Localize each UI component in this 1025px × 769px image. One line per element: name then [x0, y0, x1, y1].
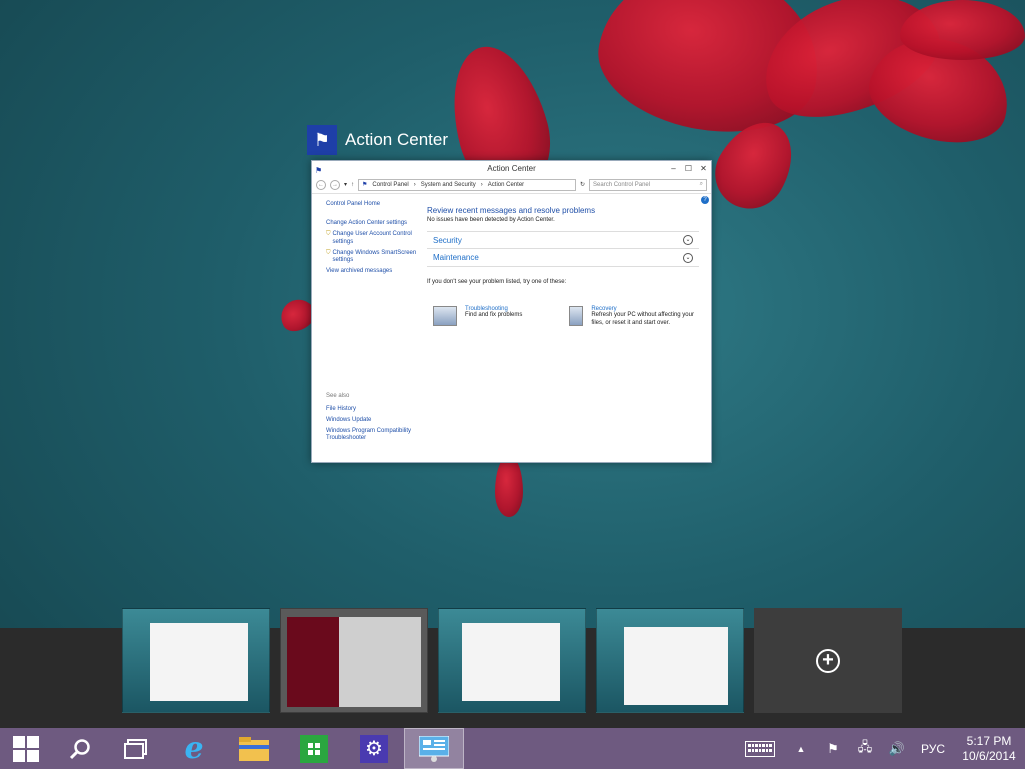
sidebar-item-action-center-settings[interactable]: Change Action Center settings	[326, 220, 421, 227]
window-titlebar: ⚑ Action Center – ☐ ✕	[312, 161, 711, 176]
breadcrumb-separator: ›	[480, 181, 483, 188]
network-icon[interactable]: 🖧	[849, 738, 881, 760]
sidebar-item-smartscreen[interactable]: ⛉ Change Windows SmartScreen settings	[326, 250, 421, 264]
status-text: No issues have been detected by Action C…	[427, 217, 555, 223]
see-also-compat-troubleshooter[interactable]: Windows Program Compatibility Troublesho…	[326, 428, 421, 442]
troubleshooting-desc: Find and fix problems	[465, 312, 523, 318]
show-hidden-icons-icon[interactable]: ▲	[785, 744, 817, 754]
clock-date: 10/6/2014	[962, 748, 1016, 763]
action-center-flag-icon[interactable]: ⚑	[817, 741, 849, 757]
section-label: Maintenance	[433, 253, 479, 262]
security-section[interactable]: Security ⌄	[427, 231, 699, 249]
sidebar-link-label: Change Windows SmartScreen settings	[332, 249, 417, 263]
window-caption-title: Action Center	[345, 130, 448, 149]
chevron-down-icon[interactable]: ▾	[344, 181, 347, 188]
breadcrumb[interactable]: ⚑ Control Panel › System and Security › …	[358, 178, 577, 191]
internet-explorer-icon: e	[184, 731, 204, 766]
sidebar-item-home[interactable]: Control Panel Home	[326, 201, 421, 208]
breadcrumb-separator: ›	[413, 181, 416, 188]
forward-icon[interactable]: →	[330, 179, 340, 190]
main-content: Review recent messages and resolve probl…	[427, 206, 699, 326]
search-icon	[69, 738, 90, 759]
search-input[interactable]: Search Control Panel ⌕	[589, 178, 707, 191]
internet-explorer-button[interactable]: e	[164, 728, 224, 769]
clock[interactable]: 5:17 PM 10/6/2014	[953, 734, 1025, 764]
plus-icon: +	[816, 648, 840, 673]
breadcrumb-item[interactable]: System and Security	[421, 182, 476, 188]
see-also-label: See also	[326, 393, 350, 400]
system-tray: ▲ ⚑ 🖧 🔊 РУС 5:17 PM 10/6/2014	[735, 728, 1025, 769]
window-thumbnail	[624, 627, 728, 705]
sidebar-item-archived[interactable]: View archived messages	[326, 268, 421, 275]
wallpaper-petal	[495, 455, 523, 517]
sidebar-item-uac[interactable]: ⛉ Change User Account Control settings	[326, 231, 421, 245]
window-thumbnail	[462, 623, 560, 701]
window-controls: – ☐ ✕	[666, 161, 711, 176]
start-button[interactable]	[0, 728, 52, 769]
breadcrumb-item[interactable]: Control Panel	[372, 182, 408, 188]
taskbar: e ⚙ ▲ ⚑ 🖧 🔊 РУС 5:17 PM 10/6/2014	[0, 728, 1025, 769]
window-title: Action Center	[487, 164, 536, 173]
desktop-thumbnail[interactable]	[122, 608, 270, 713]
desktop-thumbnail[interactable]	[438, 608, 586, 713]
store-icon	[300, 734, 328, 763]
action-center-flag-icon: ⚑	[307, 125, 337, 155]
volume-icon[interactable]: 🔊	[881, 741, 913, 757]
recovery-desc: Refresh your PC without affecting your f…	[591, 312, 694, 326]
address-bar: ← → ▾ ↑ ⚑ Control Panel › System and Sec…	[312, 176, 711, 194]
troubleshooting-link[interactable]: Troubleshooting Find and fix problems	[433, 306, 522, 326]
store-button[interactable]	[284, 728, 344, 769]
desktop-thumbnail[interactable]	[596, 608, 744, 713]
section-label: Security	[433, 235, 462, 245]
task-view-icon	[124, 738, 147, 759]
control-panel-icon	[419, 735, 449, 762]
window-thumbnail	[150, 623, 248, 701]
touch-keyboard-icon[interactable]	[745, 740, 775, 757]
help-icon[interactable]: ?	[701, 196, 709, 204]
wallpaper-petal	[900, 0, 1025, 60]
back-icon[interactable]: ←	[316, 179, 326, 190]
flag-icon: ⚑	[362, 182, 368, 188]
see-also-file-history[interactable]: File History	[326, 406, 421, 413]
clock-time: 5:17 PM	[966, 733, 1012, 748]
add-desktop-button[interactable]: +	[754, 608, 902, 713]
file-explorer-button[interactable]	[224, 728, 284, 769]
up-arrow-icon[interactable]: ↑	[351, 182, 354, 188]
see-also-windows-update[interactable]: Windows Update	[326, 417, 421, 424]
minimize-icon[interactable]: –	[666, 161, 681, 176]
page-title: Review recent messages and resolve probl…	[427, 206, 596, 215]
flag-icon: ⚑	[315, 166, 323, 175]
action-center-window-preview[interactable]: ⚑ Action Center – ☐ ✕ ← → ▾ ↑ ⚑ Control …	[311, 160, 712, 463]
window-thumbnail	[339, 617, 421, 707]
maximize-icon[interactable]: ☐	[681, 161, 696, 176]
chevron-down-icon[interactable]: ⌄	[683, 252, 693, 263]
control-panel-button[interactable]	[404, 728, 464, 769]
recovery-link[interactable]: Recovery Refresh your PC without affecti…	[569, 306, 694, 327]
search-button[interactable]	[52, 728, 108, 769]
windows-logo-icon	[13, 735, 39, 762]
window-thumbnail	[287, 617, 339, 707]
close-icon[interactable]: ✕	[696, 161, 711, 176]
sidebar: Control Panel Home Change Action Center …	[326, 201, 421, 449]
maintenance-section[interactable]: Maintenance ⌄	[427, 249, 699, 267]
search-icon: ⌕	[699, 181, 703, 187]
language-indicator[interactable]: РУС	[913, 742, 953, 756]
shield-icon: ⛉	[326, 249, 331, 256]
settings-button[interactable]: ⚙	[344, 728, 404, 769]
troubleshooting-icon	[433, 306, 457, 326]
shield-icon: ⛉	[326, 231, 331, 238]
sidebar-link-label: Change User Account Control settings	[332, 231, 412, 245]
tip-text: If you don't see your problem listed, tr…	[427, 279, 567, 285]
file-explorer-icon	[239, 736, 269, 761]
task-view-button[interactable]	[108, 728, 164, 769]
chevron-down-icon[interactable]: ⌄	[683, 235, 693, 245]
search-placeholder: Search Control Panel	[593, 181, 651, 188]
settings-gear-icon: ⚙	[360, 734, 388, 763]
desktop-thumbnail[interactable]	[280, 608, 428, 713]
recovery-icon	[569, 306, 584, 326]
breadcrumb-item[interactable]: Action Center	[488, 182, 524, 188]
refresh-icon[interactable]: ↻	[580, 181, 585, 188]
window-preview-caption: ⚑ Action Center	[307, 125, 448, 155]
